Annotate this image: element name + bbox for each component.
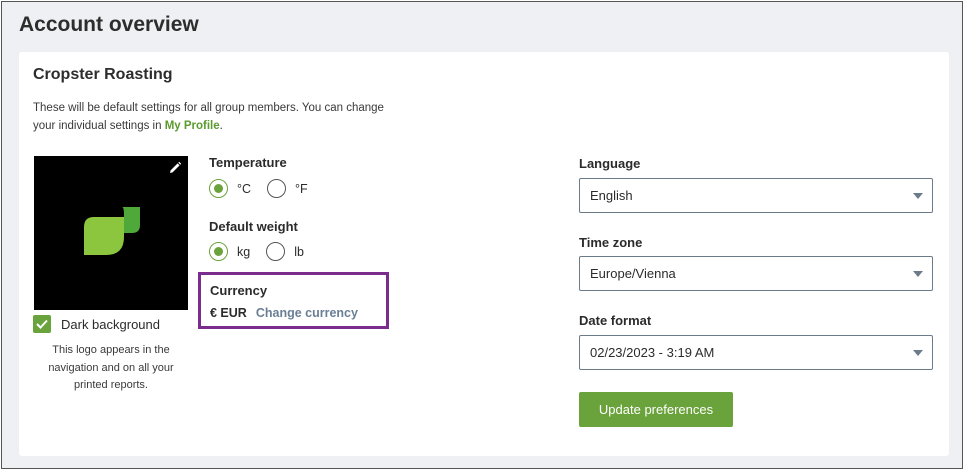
language-select[interactable]: English (579, 178, 933, 213)
currency-row: € EUR Change currency (210, 306, 358, 320)
timezone-select[interactable]: Europe/Vienna (579, 256, 933, 291)
logo-note: This logo appears in the navigation and … (48, 344, 174, 391)
timezone-label: Time zone (579, 235, 643, 250)
date-format-label: Date format (579, 313, 652, 328)
date-format-select[interactable]: 02/23/2023 - 3:19 AM (579, 335, 933, 370)
language-label: Language (579, 156, 641, 171)
my-profile-link[interactable]: My Profile (165, 120, 220, 132)
weight-label: Default weight (209, 219, 298, 234)
celsius-radio[interactable] (209, 179, 228, 198)
page-title: Account overview (19, 13, 199, 36)
pencil-icon[interactable] (168, 161, 182, 175)
app-frame: Account overview Cropster Roasting These… (1, 1, 963, 469)
weight-options: kg lb (209, 242, 320, 261)
currency-section: Currency € EUR Change currency (198, 272, 389, 329)
temperature-label: Temperature (209, 155, 287, 170)
chevron-down-icon (913, 271, 923, 277)
language-value: English (590, 188, 633, 203)
fahrenheit-label: °F (295, 181, 308, 196)
kg-radio[interactable] (209, 242, 228, 261)
leaf-logo (84, 207, 140, 255)
lb-radio[interactable] (266, 242, 286, 261)
date-format-value: 02/23/2023 - 3:19 AM (590, 345, 715, 360)
settings-card: Cropster Roasting These will be default … (19, 52, 949, 456)
temperature-options: °C °F (209, 179, 324, 198)
checkmark-icon (36, 319, 48, 329)
dark-background-checkbox[interactable] (33, 315, 51, 333)
chevron-down-icon (913, 350, 923, 356)
currency-label: Currency (210, 283, 268, 298)
update-preferences-button[interactable]: Update preferences (579, 392, 733, 427)
chevron-down-icon (913, 193, 923, 199)
currency-value: € EUR (210, 306, 247, 320)
group-logo[interactable] (34, 156, 188, 310)
description-end: . (219, 120, 223, 132)
group-description: These will be default settings for all g… (33, 99, 393, 135)
celsius-label: °C (237, 181, 252, 196)
group-name: Cropster Roasting (33, 66, 173, 83)
lb-label: lb (294, 244, 304, 259)
change-currency-link[interactable]: Change currency (256, 306, 358, 320)
kg-label: kg (237, 244, 251, 259)
fahrenheit-radio[interactable] (267, 179, 287, 198)
dark-background-row[interactable]: Dark background (33, 315, 160, 333)
dark-background-label: Dark background (61, 316, 160, 332)
timezone-value: Europe/Vienna (590, 266, 676, 281)
